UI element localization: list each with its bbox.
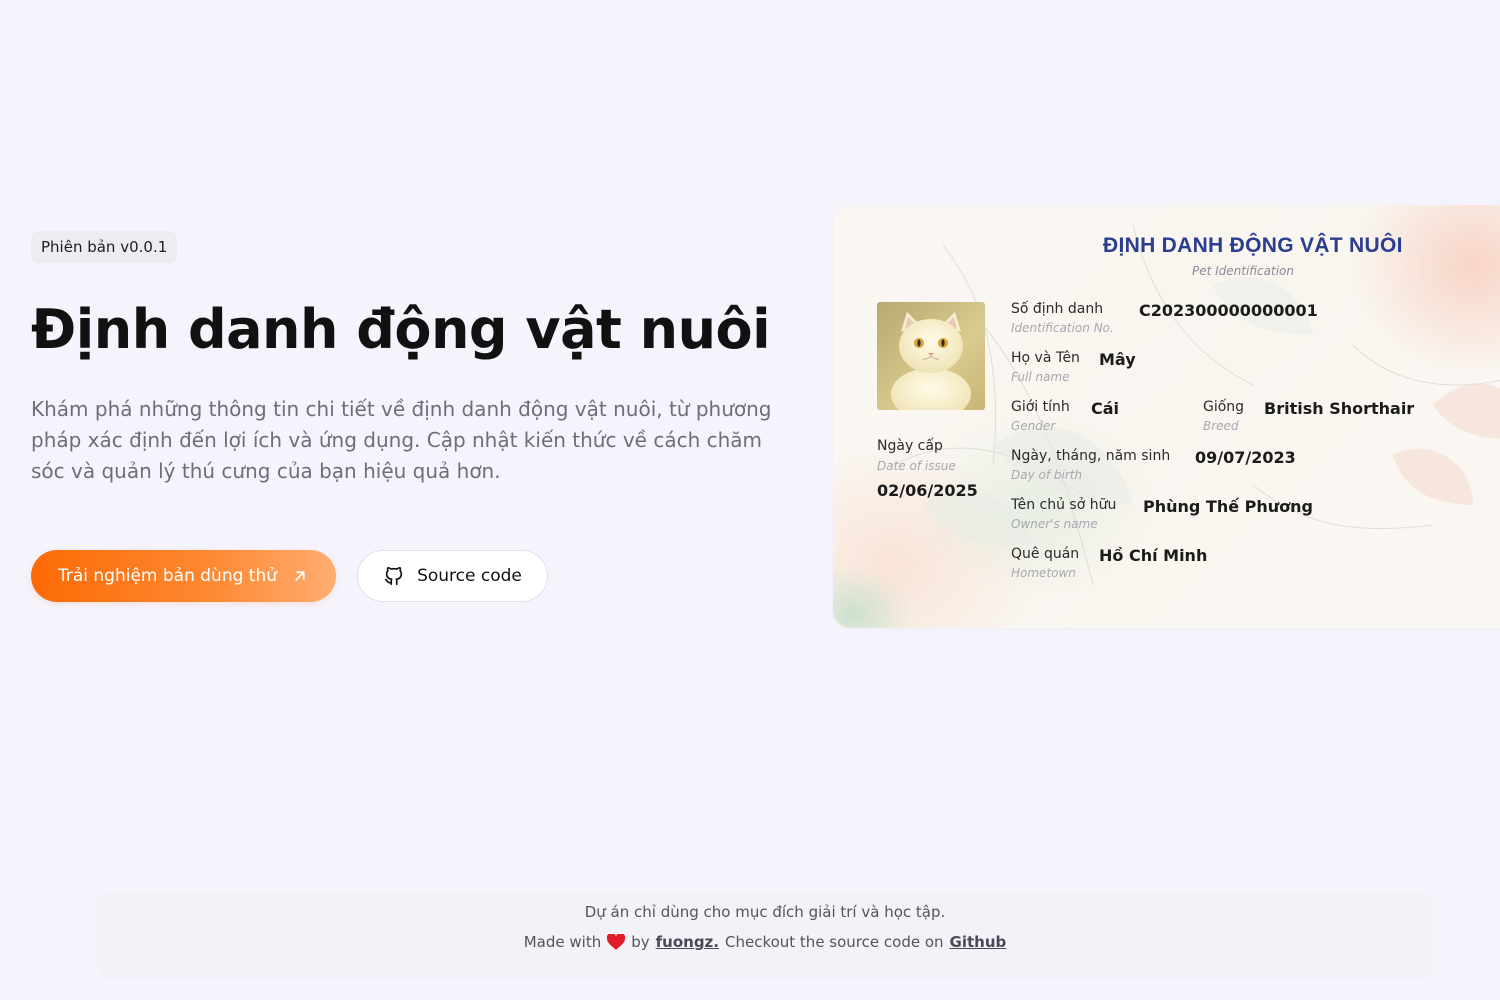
- heart-icon: [607, 934, 626, 950]
- card-subtitle: Pet Identification: [1191, 264, 1294, 278]
- pet-photo: [877, 302, 985, 410]
- by-text: by: [631, 933, 650, 951]
- issue-date-sublabel: Date of issue: [877, 459, 956, 473]
- gender-label: Giới tính: [1011, 399, 1070, 415]
- author-link[interactable]: fuongz.: [656, 933, 719, 951]
- source-code-button[interactable]: Source code: [357, 550, 548, 602]
- hometown-sublabel: Hometown: [1011, 566, 1076, 580]
- hometown-label: Quê quán: [1011, 546, 1080, 562]
- owner-value: Phùng Thế Phương: [1143, 497, 1313, 516]
- birth-date-label: Ngày, tháng, năm sinh: [1011, 448, 1171, 464]
- issue-date-value: 02/06/2025: [877, 481, 978, 500]
- footer-credit: Made with by fuongz. Checkout the source…: [98, 933, 1432, 951]
- try-demo-button[interactable]: Trải nghiệm bản dùng thử: [31, 550, 336, 602]
- breed-label: Giống: [1203, 399, 1245, 415]
- made-with-text: Made with: [523, 933, 602, 951]
- pet-id-card: ĐỊNH DANH ĐỘNG VẬT NUÔI Pet Identificati…: [833, 205, 1500, 628]
- arrow-up-right-icon: [291, 567, 309, 585]
- gender-sublabel: Gender: [1011, 419, 1056, 433]
- breed-sublabel: Breed: [1203, 419, 1239, 433]
- full-name-label: Họ và Tên: [1011, 350, 1080, 366]
- id-number-label: Số định danh: [1011, 301, 1104, 317]
- issue-date-label: Ngày cấp: [877, 438, 943, 454]
- github-link[interactable]: Github: [950, 933, 1007, 951]
- source-code-label: Source code: [417, 566, 522, 586]
- owner-sublabel: Owner's name: [1011, 517, 1098, 531]
- try-demo-label: Trải nghiệm bản dùng thử: [57, 566, 278, 586]
- id-number-value: C202300000000001: [1139, 301, 1318, 320]
- card-title: ĐỊNH DANH ĐỘNG VẬT NUÔI: [1103, 234, 1403, 257]
- version-badge: Phiên bản v0.0.1: [31, 231, 178, 263]
- footer: Dự án chỉ dùng cho mục đích giải trí và …: [98, 891, 1432, 979]
- breed-value: British Shorthair: [1264, 399, 1415, 418]
- birth-date-sublabel: Day of birth: [1011, 468, 1083, 482]
- id-number-sublabel: Identification No.: [1011, 321, 1114, 335]
- page-title: Định danh động vật nuôi: [31, 298, 771, 361]
- full-name-value: Mây: [1099, 350, 1136, 369]
- github-icon: [383, 565, 405, 587]
- hero-description: Khám phá những thông tin chi tiết về địn…: [31, 397, 772, 483]
- checkout-text: Checkout the source code on: [724, 933, 944, 951]
- full-name-sublabel: Full name: [1011, 370, 1070, 384]
- birth-date-value: 09/07/2023: [1195, 448, 1296, 467]
- gender-value: Cái: [1091, 399, 1120, 418]
- hometown-value: Hồ Chí Minh: [1099, 546, 1208, 565]
- footer-note: Dự án chỉ dùng cho mục đích giải trí và …: [584, 903, 946, 921]
- owner-label: Tên chủ sở hữu: [1011, 497, 1117, 513]
